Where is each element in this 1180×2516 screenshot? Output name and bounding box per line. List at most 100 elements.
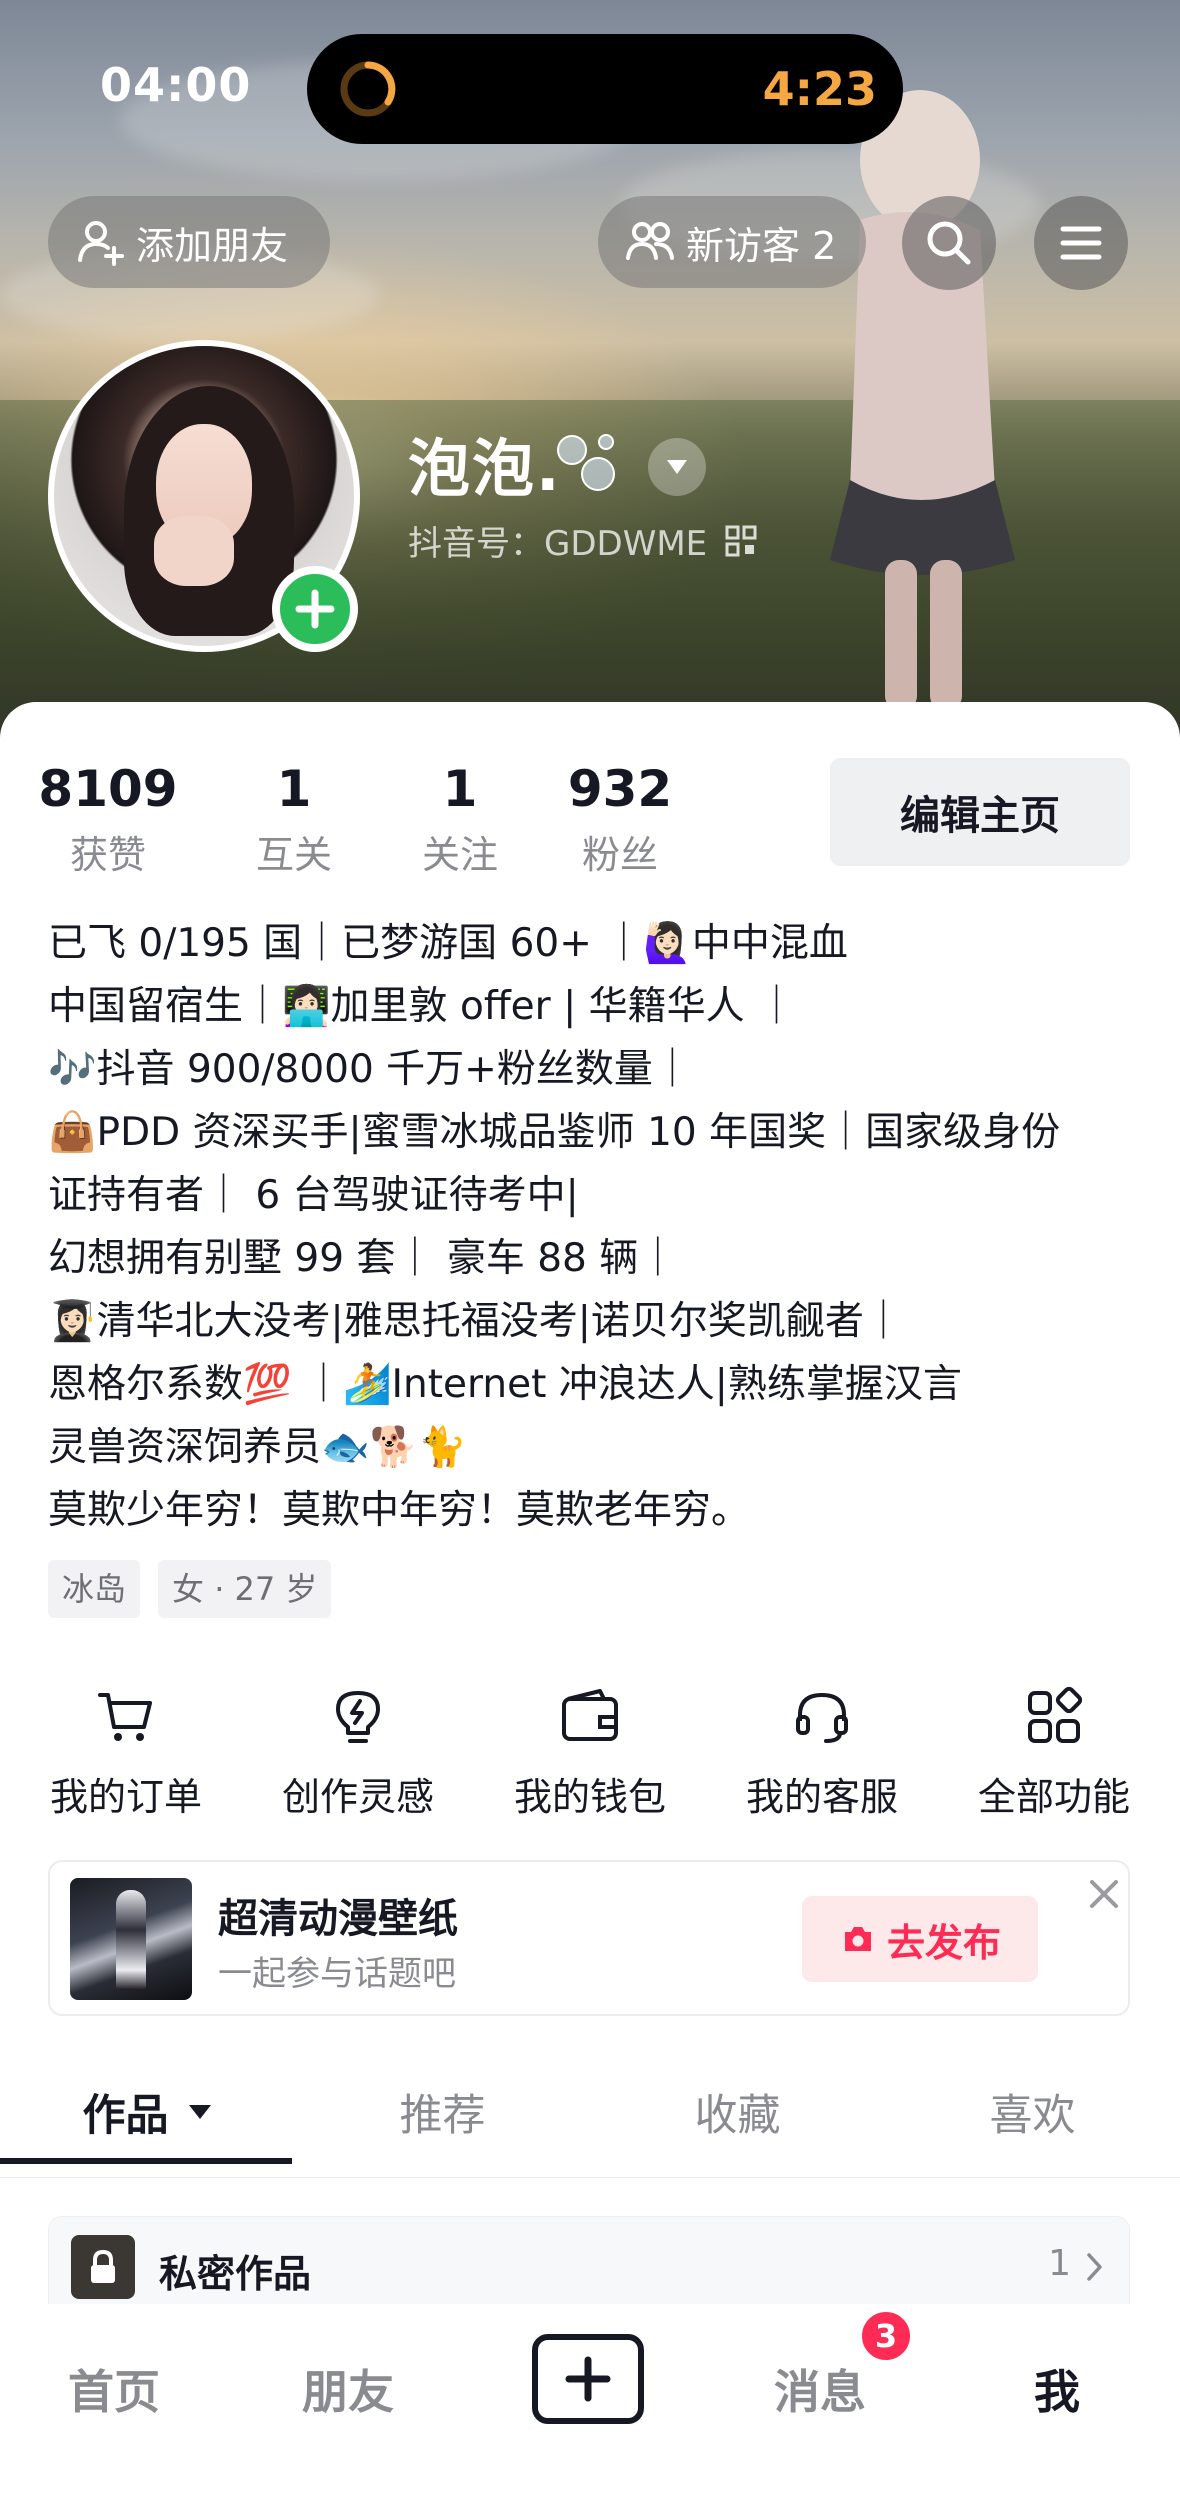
promo-thumbnail	[70, 1878, 192, 2000]
search-button[interactable]	[902, 196, 996, 290]
grid-icon	[1019, 1682, 1089, 1752]
tab-works[interactable]: 作品	[0, 2066, 295, 2164]
bio-line: 中国留宿生｜👩🏻‍💻加里敦 offer | 华籍华人 ｜	[48, 984, 797, 1029]
bio-line: 已飞 0/195 国｜已梦游国 60+ ｜🙋🏻‍♀️中中混血	[48, 921, 848, 966]
stat-label: 互关	[255, 833, 332, 877]
bio-line: 恩格尔系数💯 ｜🏄Internet 冲浪达人|熟练掌握汉言	[48, 1362, 962, 1407]
tab-likes[interactable]: 喜欢	[885, 2066, 1180, 2158]
stat-mutual[interactable]: 1 互关	[234, 760, 354, 879]
bio-line: 幻想拥有别墅 99 套｜ 豪车 88 辆｜	[48, 1236, 678, 1281]
add-friend-icon	[78, 221, 124, 266]
bottom-navigation: 首页 朋友 消息 3 我	[0, 2304, 1180, 2516]
island-timer: 4:23	[762, 62, 877, 116]
plus-icon	[565, 2356, 611, 2402]
avatar-add-button[interactable]	[272, 566, 358, 652]
private-works-label: 私密作品	[159, 2252, 312, 2296]
timer-ring-icon	[340, 61, 396, 117]
profile-bio: 已飞 0/195 国｜已梦游国 60+ ｜🙋🏻‍♀️中中混血 中国留宿生｜👩🏻‍…	[48, 912, 1148, 1542]
gender-age-tag: 女 · 27 岁	[158, 1560, 332, 1618]
stat-following[interactable]: 1 关注	[400, 760, 520, 879]
chevron-right-icon	[1087, 2253, 1102, 2281]
profile-card: 8109 获赞 1 互关 1 关注 932 粉丝 编辑主页 已飞 0/195 国…	[0, 702, 1180, 2516]
edit-profile-button[interactable]: 编辑主页	[830, 758, 1130, 866]
wallet-icon	[555, 1682, 625, 1752]
divider	[0, 2177, 1180, 2178]
feature-label: 创作灵感	[281, 1775, 434, 1819]
plus-icon	[295, 589, 335, 629]
nav-me[interactable]: 我	[1034, 2356, 1080, 2422]
account-switch-button[interactable]	[648, 438, 706, 496]
bubbles-icon	[557, 434, 615, 491]
topic-promo-banner[interactable]: 超清动漫壁纸 一起参与话题吧 去发布	[48, 1860, 1130, 2016]
profile-tags: 冰岛 女 · 27 岁	[48, 1560, 349, 1618]
publish-label: 去发布	[886, 1920, 1001, 1965]
tab-label: 作品	[82, 2091, 169, 2141]
location-tag: 冰岛	[48, 1560, 141, 1618]
search-icon	[927, 221, 971, 265]
tab-label: 喜欢	[989, 2091, 1076, 2141]
stat-followers[interactable]: 932 粉丝	[550, 760, 690, 879]
bio-line: 👜PDD 资深买手|蜜雪冰城品鉴师 10 年国奖｜国家级身份	[48, 1110, 1061, 1155]
feature-orders[interactable]: 我的订单	[10, 1682, 242, 1821]
feature-wallet[interactable]: 我的钱包	[474, 1682, 706, 1821]
douyin-id: 抖音号：GDDWME	[408, 524, 708, 564]
lightbulb-icon	[323, 1682, 393, 1752]
chevron-down-icon	[667, 460, 687, 474]
bio-line: 证持有者｜ 6 台驾驶证待考中|	[48, 1173, 579, 1218]
feature-all[interactable]: 全部功能	[938, 1682, 1170, 1821]
background-figure	[830, 90, 1015, 710]
nav-home[interactable]: 首页	[68, 2356, 160, 2422]
menu-button[interactable]	[1034, 196, 1128, 290]
messages-badge: 3	[858, 2308, 914, 2364]
add-friend-button[interactable]: 添加朋友	[48, 196, 330, 288]
bio-line: 👩🏻‍🎓清华北大没考|雅思托福没考|诺贝尔奖凯觎者｜	[48, 1299, 903, 1344]
profile-tabs: 作品 推荐 收藏 喜欢	[0, 2066, 1180, 2164]
close-icon[interactable]	[1084, 1874, 1124, 1914]
bio-line: 莫欺少年穷！莫欺中年穷！莫欺老年穷。	[48, 1488, 751, 1533]
feature-shortcuts: 我的订单 创作灵感 我的钱包 我的客服 全部功能	[0, 1682, 1180, 1821]
bio-line: 灵兽资深饲养员🐟🐕🐈	[48, 1425, 467, 1470]
feature-label: 我的订单	[49, 1775, 202, 1819]
nav-messages[interactable]: 消息	[774, 2356, 866, 2422]
stat-label: 粉丝	[581, 833, 658, 877]
menu-icon	[1060, 226, 1102, 260]
feature-label: 全部功能	[977, 1775, 1130, 1819]
bio-line: 🎶抖音 900/8000 千万+粉丝数量｜	[48, 1047, 692, 1092]
new-visitors-button[interactable]: 新访客 2	[598, 196, 866, 288]
promo-subtitle: 一起参与话题吧	[218, 1954, 456, 1994]
publish-button[interactable]: 去发布	[802, 1896, 1038, 1982]
nav-friends[interactable]: 朋友	[302, 2356, 394, 2422]
private-works-count: 1	[1048, 2243, 1071, 2284]
status-bar-time: 04:00	[100, 58, 252, 112]
dynamic-island[interactable]: 4:23	[307, 34, 903, 144]
profile-stats: 8109 获赞 1 互关 1 关注 932 粉丝	[38, 760, 690, 879]
add-friend-label: 添加朋友	[136, 223, 289, 268]
promo-title: 超清动漫壁纸	[218, 1896, 458, 1942]
tab-favorites[interactable]: 收藏	[590, 2066, 885, 2158]
stat-value: 8109	[38, 760, 178, 818]
feature-support[interactable]: 我的客服	[706, 1682, 938, 1821]
new-visitors-label: 新访客 2	[686, 223, 837, 268]
stat-value: 1	[276, 760, 312, 818]
feature-label: 我的客服	[745, 1775, 898, 1819]
headset-icon	[787, 1682, 857, 1752]
visitors-icon	[626, 222, 674, 260]
lock-icon	[71, 2235, 135, 2299]
tab-recommend[interactable]: 推荐	[295, 2066, 590, 2158]
qr-code-icon[interactable]	[725, 525, 757, 557]
create-post-button[interactable]	[532, 2334, 644, 2424]
feature-inspiration[interactable]: 创作灵感	[242, 1682, 474, 1821]
stat-value: 1	[442, 760, 478, 818]
cart-icon	[91, 1682, 161, 1752]
stat-label: 获赞	[69, 833, 146, 877]
feature-label: 我的钱包	[513, 1775, 666, 1819]
stat-label: 关注	[421, 833, 498, 877]
stat-value: 932	[567, 760, 673, 818]
tab-label: 收藏	[694, 2091, 781, 2141]
stat-likes[interactable]: 8109 获赞	[38, 760, 177, 879]
profile-nickname: 泡泡.	[408, 432, 562, 505]
tab-label: 推荐	[399, 2091, 486, 2141]
douyin-id-row[interactable]: 抖音号：GDDWME	[408, 516, 757, 565]
camera-icon	[844, 1927, 871, 1951]
caret-down-icon	[188, 2105, 211, 2119]
